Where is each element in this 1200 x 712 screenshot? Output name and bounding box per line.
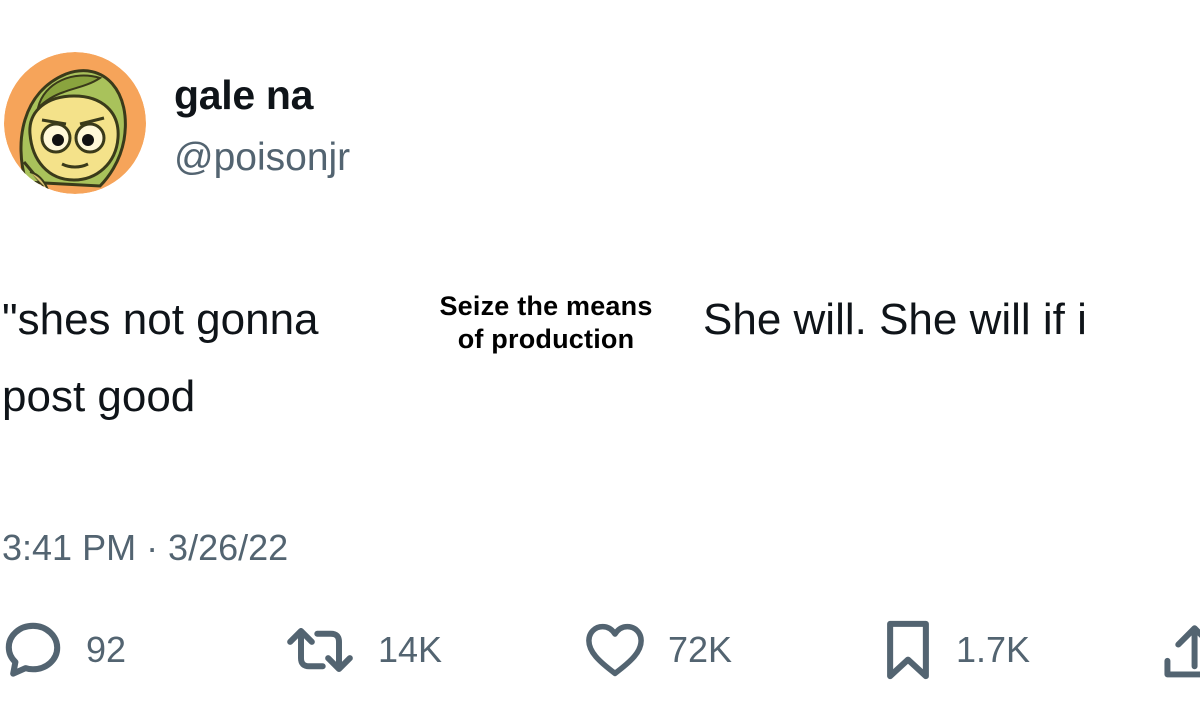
bookmark-button[interactable]: 1.7K <box>880 620 1030 680</box>
reply-icon <box>5 622 61 677</box>
avatar-cartoon-icon <box>4 52 146 194</box>
reply-count: 92 <box>86 629 127 670</box>
tweet-text-part-2: She will. She will if i <box>703 295 1087 344</box>
display-name[interactable]: gale na <box>174 72 313 119</box>
bookmark-count: 1.7K <box>956 629 1031 670</box>
tweet-timestamp[interactable]: 3:41 PM · 3/26/22 <box>2 527 288 569</box>
bookmark-icon <box>887 620 929 680</box>
heart-icon <box>586 623 644 677</box>
user-handle[interactable]: @poisonjr <box>174 136 350 180</box>
retweet-icon <box>287 628 353 672</box>
retweet-button[interactable]: 14K <box>282 620 442 680</box>
meme-caption-line-1: Seize the means <box>439 291 653 321</box>
avatar[interactable] <box>4 52 146 194</box>
retweet-count: 14K <box>378 629 443 670</box>
meme-caption: Seize the means of production <box>412 290 680 356</box>
tweet-card: gale na @poisonjr "shes not gonna Seize … <box>0 0 1200 712</box>
like-button[interactable]: 72K <box>582 620 732 680</box>
share-button[interactable] <box>1162 620 1200 680</box>
tweet-text-part-3: post good <box>2 372 196 421</box>
like-count: 72K <box>668 629 733 670</box>
meme-caption-line-2: of production <box>457 324 635 354</box>
share-icon <box>1164 625 1200 678</box>
tweet-text-part-1: "shes not gonna <box>2 295 319 344</box>
reply-button[interactable]: 92 <box>0 620 126 680</box>
